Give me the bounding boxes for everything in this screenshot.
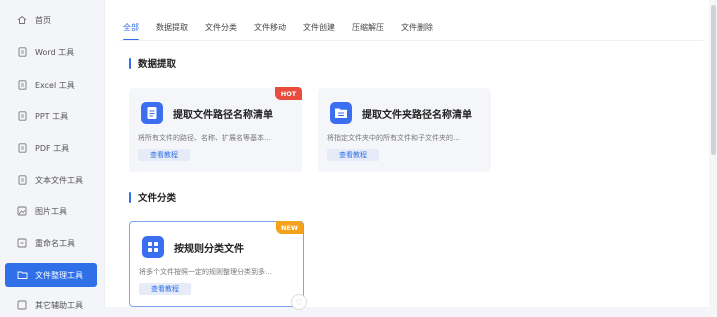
tool-card[interactable]: 提取文件夹路径名称清单 将指定文件夹中的所有文件和子文件夹的… 查看教程 <box>318 88 491 172</box>
card-title: 提取文件路径名称清单 <box>173 110 273 121</box>
file-icon <box>15 80 29 90</box>
grid-icon <box>142 236 164 258</box>
main-panel: 全部 数据提取 文件分类 文件移动 文件创建 压缩解压 文件删除 数据提取 HO… <box>104 0 717 310</box>
section-title: 数据提取 <box>129 56 176 70</box>
sidebar-item-label: Word 工具 <box>35 47 75 57</box>
sidebar-item-label: Excel 工具 <box>35 80 75 90</box>
view-tutorial-button[interactable]: 查看教程 <box>138 149 190 161</box>
section-accent-bar <box>129 57 131 69</box>
sidebar-item-image[interactable]: 图片工具 <box>5 199 97 223</box>
card-title: 提取文件夹路径名称清单 <box>362 110 472 121</box>
tab-file-create[interactable]: 文件创建 <box>303 18 335 40</box>
tool-icon <box>15 300 29 310</box>
file-icon <box>15 175 29 185</box>
card-description: 将指定文件夹中的所有文件和子文件夹的… <box>327 134 460 142</box>
sidebar-item-label: 其它辅助工具 <box>35 300 83 310</box>
view-tutorial-button[interactable]: 查看教程 <box>139 283 191 295</box>
view-tutorial-button[interactable]: 查看教程 <box>327 149 379 161</box>
card-description: 将多个文件按照一定的规则整理分类到多… <box>139 268 272 276</box>
sidebar-item-label: 文件整理工具 <box>35 270 83 280</box>
home-icon <box>15 15 29 25</box>
tab-compress[interactable]: 压缩解压 <box>352 18 384 40</box>
sidebar-item-label: 重命名工具 <box>35 238 75 248</box>
rename-icon <box>15 238 29 248</box>
sidebar-item-label: PPT 工具 <box>35 111 69 121</box>
document-icon <box>141 102 163 124</box>
hot-badge: HOT <box>275 87 302 100</box>
folder-list-icon <box>330 102 352 124</box>
sidebar: 首页 Word 工具 Excel 工具 PPT 工具 PDF 工具 文本文件工具 <box>0 0 104 310</box>
new-badge: NEW <box>276 221 303 234</box>
section-title-text: 数据提取 <box>138 59 177 70</box>
scrollbar-thumb[interactable] <box>711 5 716 155</box>
file-icon <box>15 47 29 57</box>
section-title: 文件分类 <box>129 190 176 204</box>
scrollbar[interactable] <box>709 0 717 307</box>
sidebar-item-ppt[interactable]: PPT 工具 <box>5 104 97 128</box>
folder-icon <box>15 270 29 280</box>
category-tabs: 全部 数据提取 文件分类 文件移动 文件创建 压缩解压 文件删除 <box>123 18 450 41</box>
tool-card[interactable]: HOT 提取文件路径名称清单 将所有文件的路径、名称、扩展名等基本… 查看教程 <box>129 87 302 172</box>
tab-file-classify[interactable]: 文件分类 <box>205 18 237 40</box>
tab-file-delete[interactable]: 文件删除 <box>401 18 433 40</box>
sidebar-item-label: 图片工具 <box>35 206 67 216</box>
file-icon <box>15 143 29 153</box>
favorite-heart-icon[interactable]: ♡ <box>291 294 307 310</box>
sidebar-item-other-tools[interactable]: 其它辅助工具 <box>5 293 97 317</box>
tab-divider <box>119 40 703 41</box>
sidebar-item-label: 文本文件工具 <box>35 175 83 185</box>
sidebar-item-text-file[interactable]: 文本文件工具 <box>5 168 97 192</box>
sidebar-item-label: 首页 <box>35 15 51 25</box>
sidebar-item-word[interactable]: Word 工具 <box>5 40 97 64</box>
sidebar-item-pdf[interactable]: PDF 工具 <box>5 136 97 160</box>
sidebar-item-label: PDF 工具 <box>35 143 70 153</box>
card-description: 将所有文件的路径、名称、扩展名等基本… <box>138 134 271 142</box>
sidebar-item-excel[interactable]: Excel 工具 <box>5 73 97 97</box>
file-icon <box>15 111 29 121</box>
image-icon <box>15 206 29 216</box>
sidebar-item-home[interactable]: 首页 <box>5 8 97 32</box>
tab-file-move[interactable]: 文件移动 <box>254 18 286 40</box>
tab-data-extract[interactable]: 数据提取 <box>156 18 188 40</box>
card-title: 按规则分类文件 <box>174 244 244 255</box>
section-title-text: 文件分类 <box>138 193 177 204</box>
section-accent-bar <box>129 191 131 203</box>
sidebar-item-file-organize[interactable]: 文件整理工具 <box>5 263 97 287</box>
tab-all[interactable]: 全部 <box>123 18 139 41</box>
tool-card[interactable]: NEW 按规则分类文件 将多个文件按照一定的规则整理分类到多… 查看教程 <box>129 221 304 307</box>
sidebar-item-rename[interactable]: 重命名工具 <box>5 231 97 255</box>
